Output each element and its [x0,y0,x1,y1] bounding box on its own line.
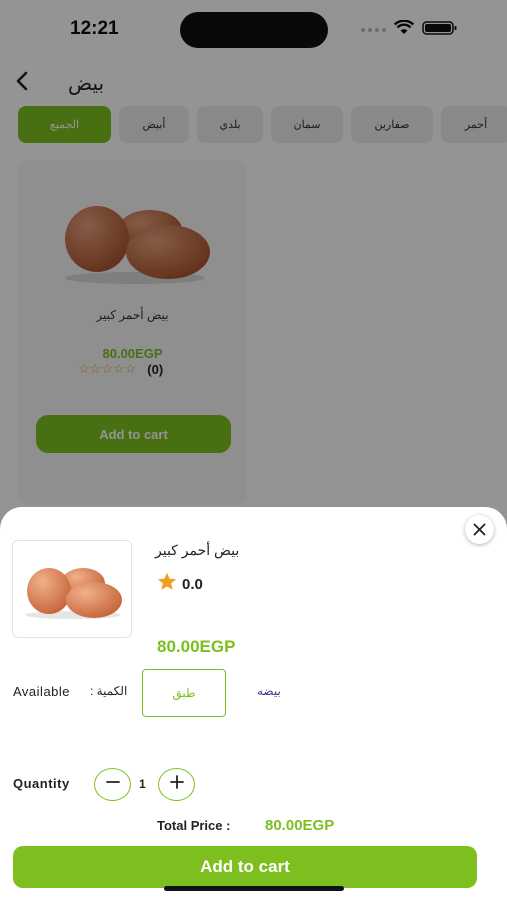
total-price-label: Total Price : [157,818,231,833]
available-label: Available [13,684,71,699]
star-icon [157,572,177,596]
quantity-unit-label: : الكمية [90,684,128,698]
close-icon[interactable] [465,515,494,544]
home-indicator[interactable] [164,886,344,891]
sheet-rating: 0.0 [157,572,203,596]
sheet-product-name: بيض أحمر كبير [155,542,240,558]
minus-icon [105,775,120,794]
total-price-value: 80.00EGP [265,817,335,834]
quantity-value: 1 [139,777,146,791]
decrement-button[interactable] [94,768,131,801]
option-tray-button[interactable]: طبق [142,669,226,717]
unit-egg-label[interactable]: بيضه [257,684,281,698]
quantity-label: Quantity [13,776,70,791]
plus-icon [169,775,184,794]
rating-value: 0.0 [182,575,203,593]
product-thumbnail [12,540,132,638]
sheet-price: 80.00EGP [157,637,236,656]
add-to-cart-button[interactable]: Add to cart [13,846,477,888]
increment-button[interactable] [158,768,195,801]
